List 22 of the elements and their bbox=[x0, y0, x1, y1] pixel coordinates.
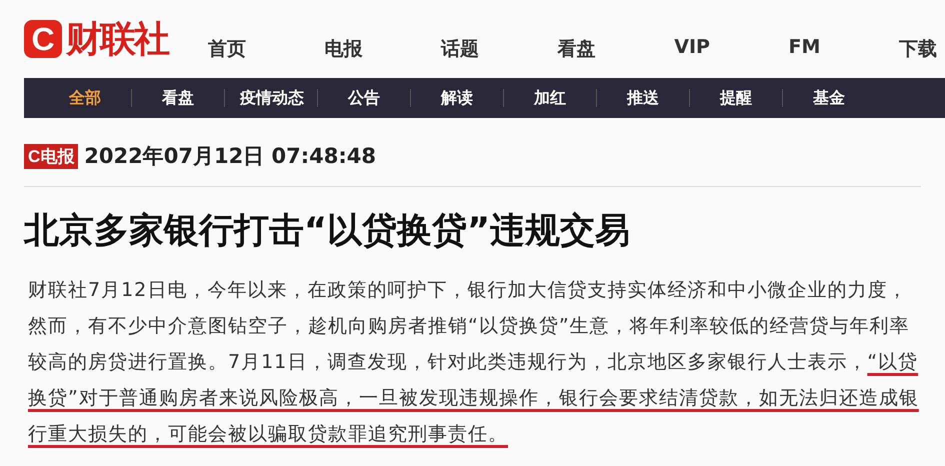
logo-text: 财联社 bbox=[66, 18, 168, 62]
category-tab[interactable]: 提醒 bbox=[705, 88, 767, 108]
nav-link[interactable]: 首页 bbox=[208, 36, 246, 62]
nav-link[interactable]: 电报 bbox=[324, 36, 363, 62]
nav-link[interactable]: FM bbox=[788, 36, 820, 62]
category-tab[interactable]: 公告 bbox=[333, 88, 395, 108]
article-headline: 北京多家银行打击“以贷换贷”违规交易 bbox=[24, 210, 632, 253]
nav-link[interactable]: 下载 bbox=[898, 36, 937, 62]
nav-link[interactable]: VIP bbox=[674, 36, 710, 62]
logo-mark: C bbox=[24, 20, 62, 58]
nav-link[interactable]: 话题 bbox=[441, 36, 480, 62]
category-tab[interactable]: 看盘 bbox=[147, 88, 209, 108]
nav-link[interactable]: 看盘 bbox=[558, 36, 596, 62]
category-tab[interactable]: 疫情动态 bbox=[240, 88, 302, 108]
publish-datetime: 2022年07月12日 07:48:48 bbox=[84, 143, 376, 170]
article-paragraph: 财联社7月12日电，今年以来，在政策的呵护下，银行加大信贷支持实体经济和中小微企业的力度，然而，有不少中介意图钻空子，趁机向购房者推销“以贷换贷”生意，将年利率较低的经营贷与年利率较高的房贷进行置换。7月11日，调查发现，针对此类违规行为，北京地区多家银行人士表示，“以贷换贷”对于普通购房者来说风险极高，一旦被发现违规操作，银行会要求结清贷款，如无法归还造成银行重大损失的，可能会被以骗取贷款罪追究刑事责任。 bbox=[28, 278, 920, 447]
category-tab[interactable]: 基金 bbox=[798, 88, 860, 108]
category-tab[interactable]: 解读 bbox=[426, 88, 488, 108]
category-tab[interactable]: 推送 bbox=[612, 88, 674, 108]
telegraph-badge: C电报 bbox=[24, 144, 78, 168]
category-tab[interactable]: 加红 bbox=[519, 88, 581, 108]
category-tab[interactable]: 全部 bbox=[54, 88, 116, 108]
